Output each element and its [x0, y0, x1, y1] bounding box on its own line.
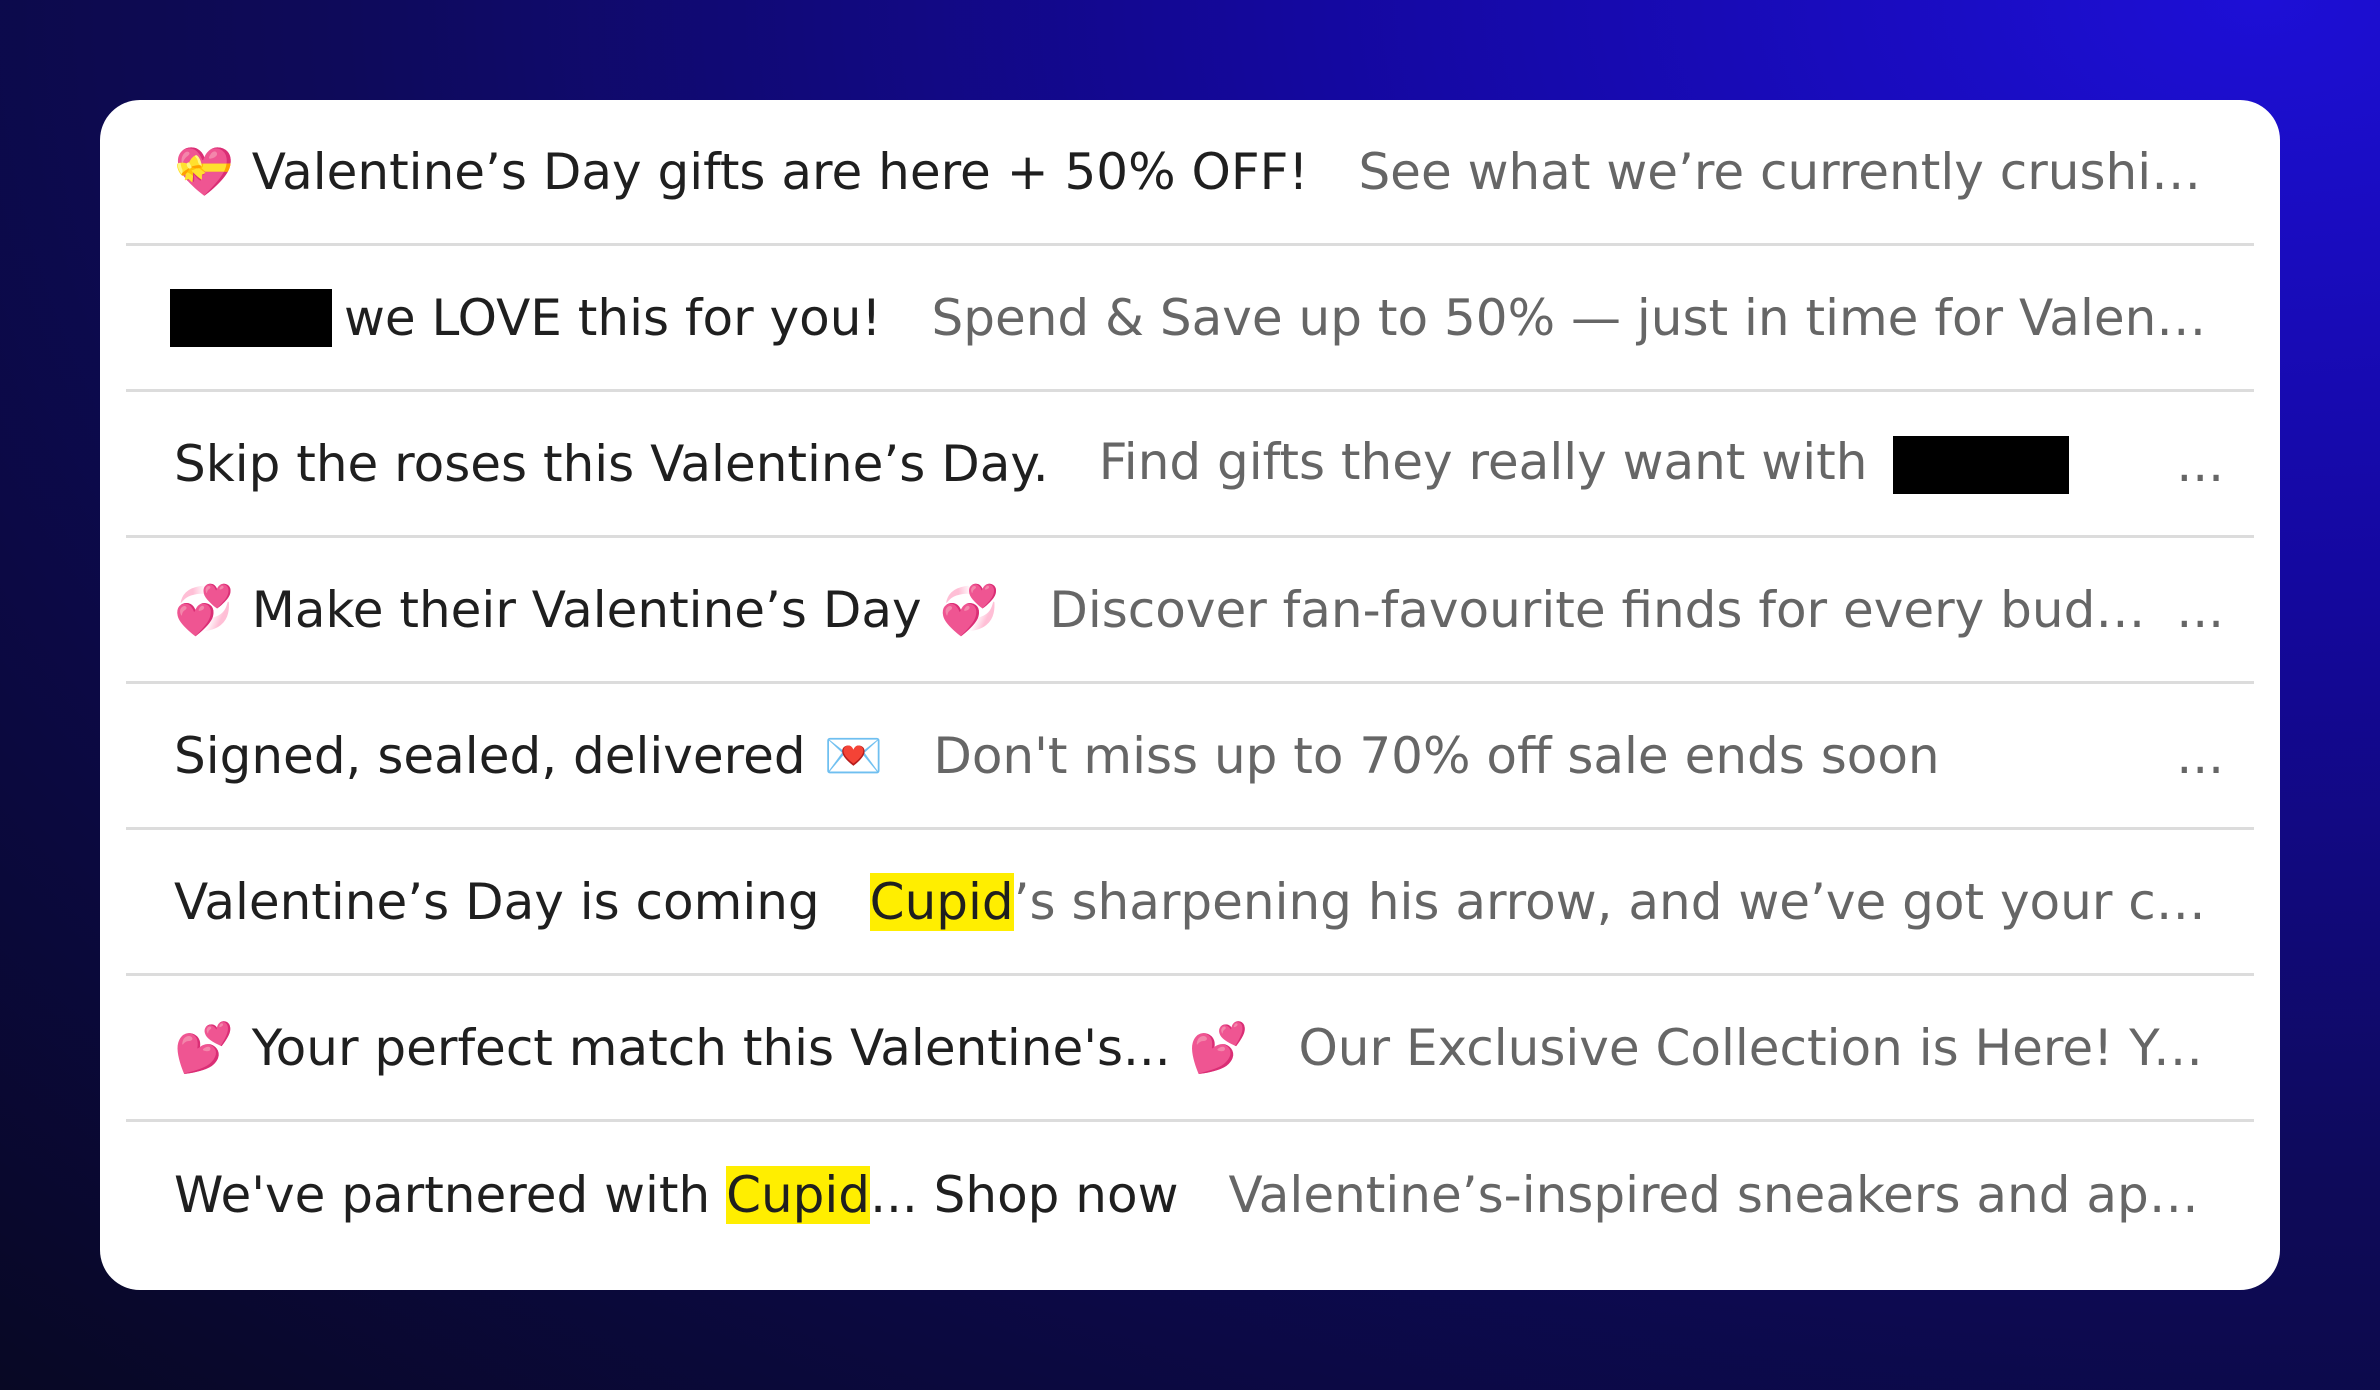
email-row[interactable]: Signed, sealed, delivered 💌 Don't miss u…	[126, 684, 2254, 830]
email-row[interactable]: Skip the roses this Valentine’s Day. Fin…	[126, 392, 2254, 538]
email-row[interactable]: We've partnered with Cupid... Shop now V…	[126, 1122, 2254, 1268]
email-list: 💝 Valentine’s Day gifts are here + 50% O…	[100, 100, 2280, 1290]
email-subject-text: Valentine’s Day gifts are here + 50% OFF…	[251, 142, 1309, 201]
email-subject-text: ... Shop now	[870, 1166, 1179, 1224]
heart-with-ribbon-icon: 💝	[174, 143, 234, 200]
email-preview: See what we’re currently crushing on thi…	[1358, 142, 2254, 201]
email-subject: we LOVE this for you!	[126, 288, 882, 347]
preview-ellipsis: ...	[2176, 580, 2224, 639]
email-subject-text: Valentine’s Day is coming	[174, 872, 820, 931]
email-subject: 💝 Valentine’s Day gifts are here + 50% O…	[126, 143, 1308, 201]
email-subject: 💕 Your perfect match this Valentine's...…	[126, 1019, 1248, 1077]
search-highlight: Cupid	[869, 872, 1014, 931]
email-preview: Cupid’s sharpening his arrow, and we’ve …	[820, 872, 2254, 931]
email-preview-text: ’s sharpening his arrow, and we’ve got y…	[1013, 872, 2254, 931]
email-subject: Skip the roses this Valentine’s Day.	[126, 435, 1049, 493]
email-subject-text: Skip the roses this Valentine’s Day.	[174, 434, 1049, 493]
email-preview: Don't miss up to 70% off sale ends soon	[933, 726, 1940, 785]
email-preview: Our Exclusive Collection is Here! You Lo…	[1298, 1018, 2254, 1077]
email-subject: 💞 Make their Valentine’s Day 💞	[126, 581, 999, 639]
redacted-sender-name	[170, 288, 332, 347]
email-preview: Discover fan-favourite finds for every b…	[1049, 580, 2177, 639]
revolving-hearts-icon: 💞	[939, 581, 1000, 638]
email-subject: Signed, sealed, delivered 💌	[126, 727, 883, 785]
email-row[interactable]: we LOVE this for you! Spend & Save up to…	[126, 246, 2254, 392]
email-subject-text: We've partnered with	[174, 1166, 727, 1224]
email-preview: Find gifts they really want with	[1049, 433, 2100, 495]
preview-ellipsis: ...	[2176, 434, 2224, 493]
search-highlight: Cupid	[726, 1166, 871, 1224]
email-subject: We've partnered with Cupid... Shop now	[126, 1166, 1178, 1224]
revolving-hearts-icon: 💞	[174, 581, 234, 638]
email-subject-text: Make their Valentine’s Day	[251, 580, 922, 639]
email-row[interactable]: 💕 Your perfect match this Valentine's...…	[126, 976, 2254, 1122]
email-subject-text: we LOVE this for you!	[344, 288, 882, 347]
email-preview: Spend & Save up to 50% — just in time fo…	[931, 288, 2254, 347]
email-row[interactable]: 💝 Valentine’s Day gifts are here + 50% O…	[126, 100, 2254, 246]
preview-ellipsis: ...	[2176, 726, 2224, 785]
two-hearts-icon: 💕	[1188, 1019, 1249, 1076]
two-hearts-icon: 💕	[174, 1019, 234, 1076]
email-row[interactable]: Valentine’s Day is coming Cupid’s sharpe…	[126, 830, 2254, 976]
email-subject-text: Your perfect match this Valentine's...	[251, 1018, 1171, 1077]
love-letter-icon: 💌	[823, 727, 884, 784]
email-subject: Valentine’s Day is coming	[126, 873, 820, 931]
email-subject-text: Signed, sealed, delivered	[174, 726, 806, 785]
email-preview: Valentine’s-inspired sneakers and appare…	[1228, 1166, 2254, 1224]
email-row[interactable]: 💞 Make their Valentine’s Day 💞 Discover …	[126, 538, 2254, 684]
redacted-brand-name	[1893, 436, 2070, 495]
email-preview-text: Find gifts they really want with	[1098, 432, 1868, 491]
